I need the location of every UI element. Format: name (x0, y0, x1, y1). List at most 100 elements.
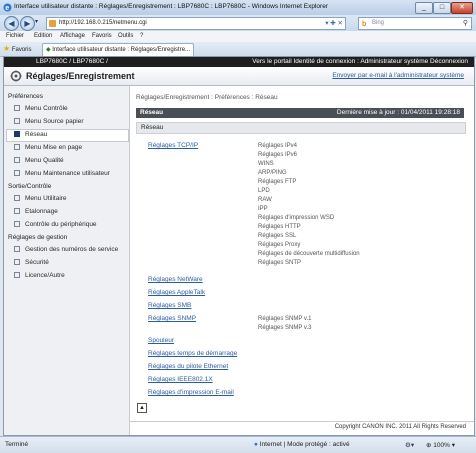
sidebar-item-reseau[interactable]: Réseau (14, 131, 47, 138)
link-smb[interactable]: Réglages SMB (148, 302, 191, 309)
page-header: Réglages/Enregistrement Envoyer par e-ma… (4, 67, 474, 86)
page-top-bar: LBP7680C / LBP7680C / Vers le portail Id… (4, 57, 474, 67)
back-arrow-icon: ◀ (8, 19, 15, 28)
bullet-icon (14, 131, 20, 138)
forward-button[interactable]: ▶ (20, 16, 35, 31)
menu-edition[interactable]: Edition (34, 33, 52, 39)
up-arrow-icon: ▲ (139, 405, 145, 411)
address-bar[interactable]: http://192.168.0.215/netmenu.cgi ▾ ✚ ✕ (46, 17, 346, 30)
tcp-item: Réglages HTTP (258, 224, 301, 230)
tcp-item: Réglages SNTP (258, 260, 302, 266)
globe-icon: ● (254, 441, 258, 448)
zoom-control[interactable]: ⊕ 100% ▾ (426, 441, 455, 449)
tcp-item: IPP (258, 206, 268, 212)
maximize-button[interactable]: □ (433, 2, 451, 14)
main-content: Réglages/Enregistrement : Préférences : … (130, 86, 474, 435)
link-tcpip[interactable]: Réglages TCP/IP (148, 142, 198, 149)
sidebar-item-utilitaire[interactable]: Menu Utilitaire (14, 195, 67, 202)
link-spouleur[interactable]: Spouleur (148, 337, 174, 344)
link-netware[interactable]: Réglages NetWare (148, 276, 203, 283)
back-button[interactable]: ◀ (4, 16, 19, 31)
link-ethernet[interactable]: Réglages du pilote Ethernet (148, 363, 228, 370)
close-icon: ✕ (459, 4, 465, 11)
email-admin-link[interactable]: Envoyer par e-mail à l'administrateur sy… (332, 72, 464, 79)
search-icon[interactable]: ⚲ (463, 18, 468, 29)
close-window-button[interactable]: ✕ (451, 2, 473, 14)
bullet-icon (14, 272, 20, 279)
sidebar-heading-preferences: Préférences (8, 93, 44, 100)
security-zone: ● Internet | Mode protégé : activé (254, 441, 350, 448)
tcp-item: ARP/PING (258, 170, 287, 176)
subsection-title: Réseau (141, 124, 164, 131)
tcp-item: Réglages Proxy (258, 242, 301, 248)
maximize-icon: □ (439, 4, 445, 11)
status-bar: Terminé ● Internet | Mode protégé : acti… (0, 436, 476, 453)
sidebar-item-menu-controle[interactable]: Menu Contrôle (14, 105, 68, 112)
tools-dropdown-icon[interactable]: ⚙▾ (405, 441, 414, 449)
sidebar-item-maintenance[interactable]: Menu Maintenance utilisateur (14, 170, 110, 177)
section-title: Réseau (140, 109, 164, 116)
ie-app-icon: e (3, 3, 12, 12)
section-header: Réseau Dernière mise à jour : 01/04/2011… (136, 108, 464, 118)
sidebar-heading-gestion: Réglages de gestion (8, 234, 68, 241)
snmp-item: Réglages SNMP v.1 (258, 316, 312, 322)
address-actions-icons[interactable]: ▾ ✚ ✕ (325, 18, 343, 29)
product-name: LBP7680C / LBP7680C / (36, 58, 108, 65)
footer: Copyright CANON INC. 2011 All Rights Res… (130, 421, 474, 430)
svg-text:e: e (5, 5, 9, 12)
window-title: Interface utilisateur distante : Réglage… (14, 3, 328, 10)
bullet-icon (14, 259, 20, 266)
web-page: LBP7680C / LBP7680C / Vers le portail Id… (3, 56, 475, 436)
page-title: Réglages/Enregistrement (26, 71, 135, 81)
page-icon (49, 20, 56, 27)
link-appletalk[interactable]: Réglages AppleTalk (148, 289, 205, 296)
menu-affichage[interactable]: Affichage (60, 33, 85, 39)
portal-login-logout-links[interactable]: Vers le portail Identité de connexion : … (252, 58, 468, 65)
sidebar-item-source-papier[interactable]: Menu Source papier (14, 118, 84, 125)
bullet-icon (14, 144, 20, 151)
back-to-top-button[interactable]: ▲ (137, 403, 147, 413)
menu-help[interactable]: ? (140, 33, 143, 39)
link-snmp[interactable]: Réglages SNMP (148, 315, 196, 322)
link-ieee8021x[interactable]: Réglages IEEE802.1X (148, 376, 213, 383)
sidebar-heading-sortie: Sortie/Contrôle (8, 183, 52, 190)
tab-page-icon: ◆ (46, 47, 51, 53)
bullet-icon (14, 221, 20, 228)
sidebar-item-numeros-service[interactable]: Gestion des numéros de service (14, 246, 118, 253)
search-placeholder[interactable]: Bing (372, 18, 384, 29)
bullet-icon (14, 208, 20, 215)
bullet-icon (14, 195, 20, 202)
url-text[interactable]: http://192.168.0.215/netmenu.cgi (59, 18, 147, 29)
browser-tab[interactable]: ◆ Interface utilisateur distante : Régla… (42, 43, 194, 56)
sidebar-item-controle-peripherique[interactable]: Contrôle du périphérique (14, 221, 97, 228)
snmp-item: Réglages SNMP v.3 (258, 325, 312, 331)
minimize-button[interactable]: _ (415, 2, 433, 14)
window-title-bar: e Interface utilisateur distante : Régla… (0, 0, 476, 16)
sidebar-item-qualite[interactable]: Menu Qualité (14, 157, 64, 164)
favorites-button[interactable]: ★ Favoris (3, 44, 32, 54)
address-toolbar: ◀ ▶ ▾ http://192.168.0.215/netmenu.cgi ▾… (0, 15, 476, 31)
bullet-icon (14, 157, 20, 164)
menu-fichier[interactable]: Fichier (6, 33, 24, 39)
bullet-icon (14, 105, 20, 112)
menu-outils[interactable]: Outils (118, 33, 133, 39)
bullet-icon (14, 118, 20, 125)
link-demarrage[interactable]: Réglages temps de démarrage (148, 350, 237, 357)
sidebar-item-mise-en-page[interactable]: Menu Mise en page (14, 144, 82, 151)
history-dropdown-icon[interactable]: ▾ (35, 18, 38, 25)
subsection-header: Réseau (136, 122, 466, 134)
star-icon: ★ (3, 44, 11, 53)
sidebar-item-securite[interactable]: Sécurité (14, 259, 49, 266)
tcp-item: Réglages de découverte multidiffusion (258, 251, 360, 257)
copyright: Copyright CANON INC. 2011 All Rights Res… (334, 424, 466, 430)
favorites-label: Favoris (11, 47, 32, 53)
search-box[interactable]: b Bing ⚲ (358, 17, 472, 30)
link-email-print[interactable]: Réglages d'impression E-mail (148, 389, 234, 396)
breadcrumb: Réglages/Enregistrement : Préférences : … (136, 94, 278, 101)
sidebar-item-etalonnage[interactable]: Etalonnage (14, 208, 58, 215)
tcp-item: WINS (258, 161, 274, 167)
tab-label: Interface utilisateur distante : Réglage… (52, 47, 191, 53)
sidebar-item-licence[interactable]: Licence/Autre (14, 272, 65, 279)
favorites-bar: ★ Favoris ◆ Interface utilisateur distan… (0, 42, 476, 57)
menu-favoris[interactable]: Favoris (92, 33, 112, 39)
